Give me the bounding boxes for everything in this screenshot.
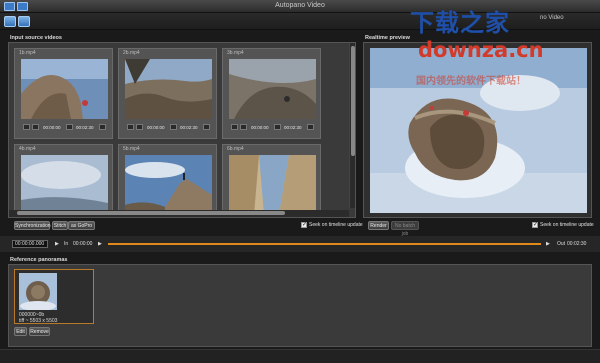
reference-panel-title: Reference panoramas bbox=[10, 257, 68, 263]
reference-panel: 000000~0b tiff ~ 5503 x 5503 Edit Remove bbox=[8, 264, 592, 347]
title-bar: Autopano Video bbox=[0, 0, 600, 13]
set-out-icon[interactable] bbox=[170, 124, 177, 130]
clip-thumbnail bbox=[21, 155, 108, 215]
input-vertical-scrollbar[interactable] bbox=[349, 43, 355, 208]
input-panel-title: Input source videos bbox=[10, 35, 62, 41]
clip-menu-icon[interactable] bbox=[203, 124, 210, 130]
clip-cell[interactable]: 4b.mp4 bbox=[14, 144, 113, 217]
toolbar bbox=[0, 13, 600, 30]
seek-checkbox-input[interactable] bbox=[301, 221, 307, 228]
set-in-icon[interactable] bbox=[136, 124, 143, 130]
set-out-icon[interactable] bbox=[274, 124, 281, 130]
clip-end: 00:02:30 bbox=[180, 124, 198, 130]
current-time-field[interactable]: 00:00:00.000 bbox=[12, 240, 48, 248]
scroll-knob[interactable] bbox=[351, 46, 355, 156]
play-icon[interactable] bbox=[127, 124, 134, 130]
edit-button[interactable]: Edit bbox=[14, 327, 27, 336]
input-panel: 1b.mp4 00:00:00 00:02:30 2b.mp4 00:00:00… bbox=[8, 42, 356, 218]
scroll-knob[interactable] bbox=[17, 211, 285, 215]
set-in-icon[interactable] bbox=[240, 124, 247, 130]
stitch-preset-select[interactable]: as GoPro bbox=[68, 221, 95, 230]
clip-menu-icon[interactable] bbox=[99, 124, 106, 130]
remove-button[interactable]: Remove bbox=[29, 327, 50, 336]
clip-cell[interactable]: 6b.mp4 bbox=[222, 144, 321, 217]
in-value[interactable]: 00:00:00 bbox=[73, 241, 92, 247]
preview-panel-title: Realtime preview bbox=[365, 35, 410, 41]
play-icon[interactable] bbox=[23, 124, 30, 130]
clip-name: 6b.mp4 bbox=[227, 146, 244, 152]
reference-thumbnail bbox=[19, 273, 57, 310]
preview-panel bbox=[363, 42, 592, 218]
clip-end: 00:02:30 bbox=[76, 124, 94, 130]
set-out-icon[interactable]: ▶ bbox=[546, 241, 550, 247]
seek-label-preview: Seek on timeline update bbox=[540, 222, 594, 228]
clip-controls: 00:00:00 00:02:30 bbox=[21, 123, 108, 132]
input-horizontal-scrollbar[interactable] bbox=[9, 210, 349, 217]
clip-end: 00:02:30 bbox=[284, 124, 302, 130]
clip-controls: 00:00:00 00:02:30 bbox=[125, 123, 212, 132]
clip-thumbnail bbox=[21, 59, 108, 119]
clip-thumbnail bbox=[125, 155, 212, 215]
clip-cell[interactable]: 2b.mp4 00:00:00 00:02:30 bbox=[118, 48, 217, 139]
out-label: Out bbox=[557, 241, 566, 247]
clip-start: 00:00:00 bbox=[43, 124, 61, 130]
batch-job-button[interactable]: No batch job bbox=[391, 221, 419, 237]
reference-size: tiff ~ 5503 x 5503 bbox=[19, 318, 58, 324]
stitch-button[interactable]: Stitch bbox=[52, 221, 68, 230]
clip-name: 2b.mp4 bbox=[123, 50, 140, 56]
clip-name: 5b.mp4 bbox=[123, 146, 140, 152]
timeline-bar: 00:00:00.000 ▶ In 00:00:00 ▶ ▶ Out 00:02… bbox=[0, 236, 600, 252]
timeline-track[interactable] bbox=[108, 243, 541, 245]
reference-item[interactable]: 000000~0b tiff ~ 5503 x 5503 bbox=[14, 269, 94, 324]
seek-label-input: Seek on timeline update bbox=[309, 222, 363, 228]
in-label: In bbox=[64, 241, 69, 247]
watermark-domain: downza.cn bbox=[418, 38, 544, 62]
set-out-icon[interactable] bbox=[66, 124, 73, 130]
export-icon[interactable] bbox=[18, 16, 30, 27]
status-strip bbox=[0, 349, 600, 363]
clip-cell[interactable]: 3b.mp4 00:00:00 00:02:30 bbox=[222, 48, 321, 139]
clip-menu-icon[interactable] bbox=[307, 124, 314, 130]
clip-thumbnail bbox=[229, 59, 316, 119]
play-icon[interactable]: ▶ bbox=[55, 241, 59, 247]
clip-start: 00:00:00 bbox=[147, 124, 165, 130]
render-button[interactable]: Render bbox=[368, 221, 389, 230]
watermark-slogan: 国内领先的软件下载站！ bbox=[416, 76, 526, 87]
clip-name: 4b.mp4 bbox=[19, 146, 36, 152]
clip-start: 00:00:00 bbox=[251, 124, 269, 130]
clip-name: 1b.mp4 bbox=[19, 50, 36, 56]
clip-thumbnail bbox=[229, 155, 316, 215]
window-title: Autopano Video bbox=[275, 2, 325, 9]
clip-thumbnail bbox=[125, 59, 212, 119]
clip-name: 3b.mp4 bbox=[227, 50, 244, 56]
play-icon[interactable] bbox=[231, 124, 238, 130]
synchronization-button[interactable]: Synchronization bbox=[14, 221, 51, 230]
out-value[interactable]: 00:02:30 bbox=[567, 241, 586, 247]
watermark-partial: no Video bbox=[540, 15, 564, 21]
watermark-title: 下载之家 bbox=[410, 9, 510, 37]
set-in-icon[interactable] bbox=[32, 124, 39, 130]
clip-cell[interactable]: 5b.mp4 bbox=[118, 144, 217, 217]
seek-checkbox-preview[interactable] bbox=[532, 221, 538, 228]
clip-cell[interactable]: 1b.mp4 00:00:00 00:02:30 bbox=[14, 48, 113, 139]
clip-controls: 00:00:00 00:02:30 bbox=[229, 123, 316, 132]
import-icon[interactable] bbox=[4, 16, 16, 27]
set-in-icon[interactable]: ▶ bbox=[98, 241, 102, 247]
